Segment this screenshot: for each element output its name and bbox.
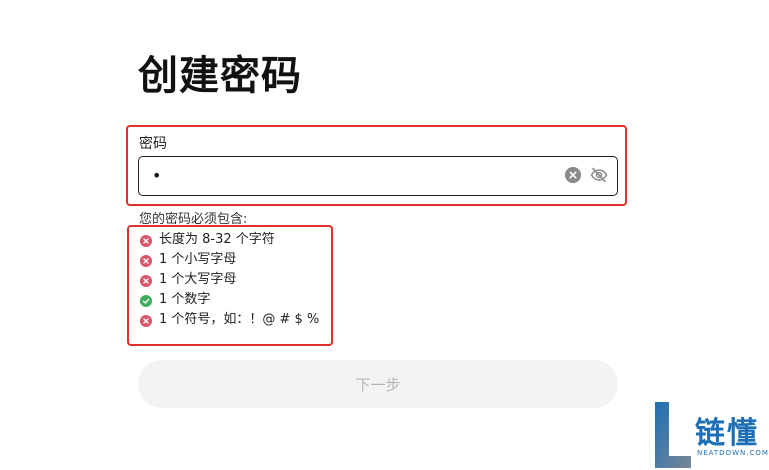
requirement-number: 1 个数字 — [139, 290, 319, 310]
x-circle-icon — [140, 274, 152, 287]
next-button[interactable]: 下一步 — [138, 360, 618, 408]
requirement-label: 1 个大写字母 — [159, 272, 237, 287]
eye-off-icon[interactable] — [590, 166, 608, 184]
x-circle-icon — [140, 314, 152, 327]
requirement-symbol: 1 个符号，如：！@ # $ % — [139, 310, 319, 330]
watermark-name: 链懂 — [695, 416, 759, 451]
password-masked-value: • — [152, 166, 162, 185]
requirement-lowercase: 1 个小写字母 — [139, 250, 319, 270]
password-label: 密码 — [139, 136, 167, 152]
x-circle-icon — [140, 254, 152, 267]
clear-circle-icon[interactable] — [565, 167, 581, 183]
x-circle-icon — [140, 234, 152, 247]
watermark-domain: NEATDOWN.COM — [697, 449, 769, 457]
create-password-page: 创建密码 密码 • 您的密码必须包含: 长度为 8-32 个字符 1 个小写字母… — [0, 0, 769, 470]
requirement-label: 1 个数字 — [159, 292, 211, 307]
password-input[interactable]: • — [138, 156, 618, 196]
requirement-label: 长度为 8-32 个字符 — [159, 232, 275, 247]
watermark-logo: 链懂 NEATDOWN.COM — [655, 400, 769, 470]
page-title: 创建密码 — [138, 53, 302, 99]
requirement-label: 1 个小写字母 — [159, 252, 237, 267]
requirements-list: 长度为 8-32 个字符 1 个小写字母 1 个大写字母 1 个数字 1 个符号… — [139, 230, 319, 330]
requirement-uppercase: 1 个大写字母 — [139, 270, 319, 290]
requirement-label: 1 个符号，如：！@ # $ % — [159, 312, 320, 327]
requirement-length: 长度为 8-32 个字符 — [139, 230, 319, 250]
logo-l-icon — [655, 402, 691, 468]
check-circle-icon — [140, 294, 152, 307]
